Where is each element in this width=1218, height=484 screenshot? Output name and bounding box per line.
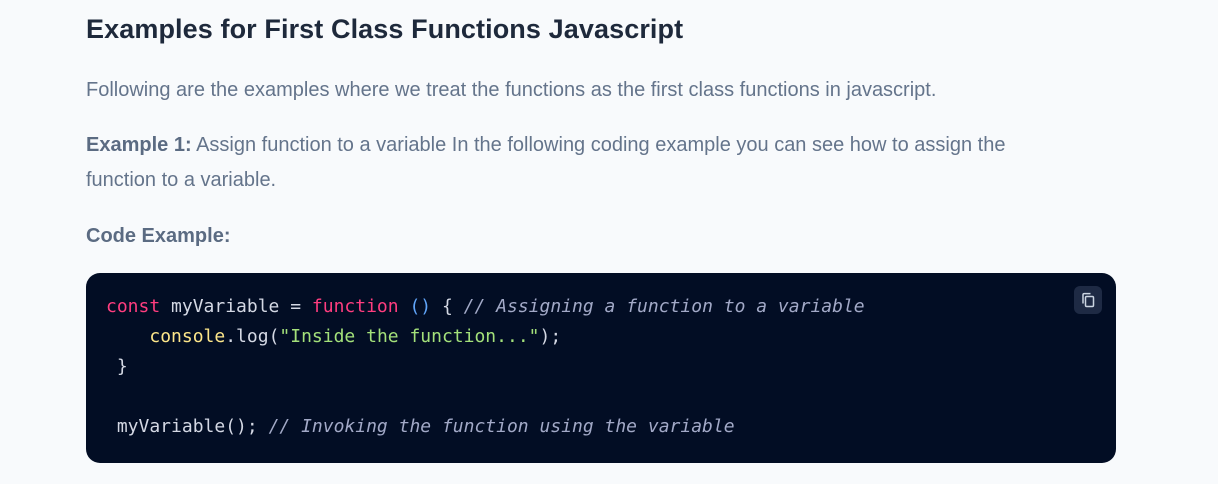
code-block: const myVariable = function () { // Assi… [86, 273, 1116, 463]
code-token: myVariable(); [106, 416, 269, 437]
example-1-text: Assign function to a variable In the fol… [86, 134, 1006, 191]
section-heading: Examples for First Class Functions Javas… [86, 14, 684, 44]
code-token: const [106, 296, 161, 317]
copy-icon [1080, 292, 1096, 308]
code-token: console [149, 326, 226, 347]
code-string: "Inside the function..." [279, 326, 540, 347]
code-token: } [106, 356, 128, 377]
example-1-label: Example 1: [86, 134, 192, 156]
code-token: function [311, 296, 399, 317]
code-token: ); [539, 326, 562, 347]
code-content[interactable]: const myVariable = function () { // Assi… [106, 292, 865, 442]
code-token: () [409, 296, 432, 317]
code-example-label: Code Example: [86, 225, 231, 247]
example-1-paragraph: Example 1: Assign function to a variable… [86, 128, 1076, 198]
intro-paragraph: Following are the examples where we trea… [86, 79, 937, 101]
code-comment: // Invoking the function using the varia… [268, 416, 735, 437]
code-comment: // Assigning a function to a variable [463, 296, 865, 317]
code-token: .log( [225, 326, 280, 347]
code-token: myVariable = [160, 296, 312, 317]
copy-code-button[interactable] [1074, 286, 1102, 314]
code-token: { [431, 296, 464, 317]
